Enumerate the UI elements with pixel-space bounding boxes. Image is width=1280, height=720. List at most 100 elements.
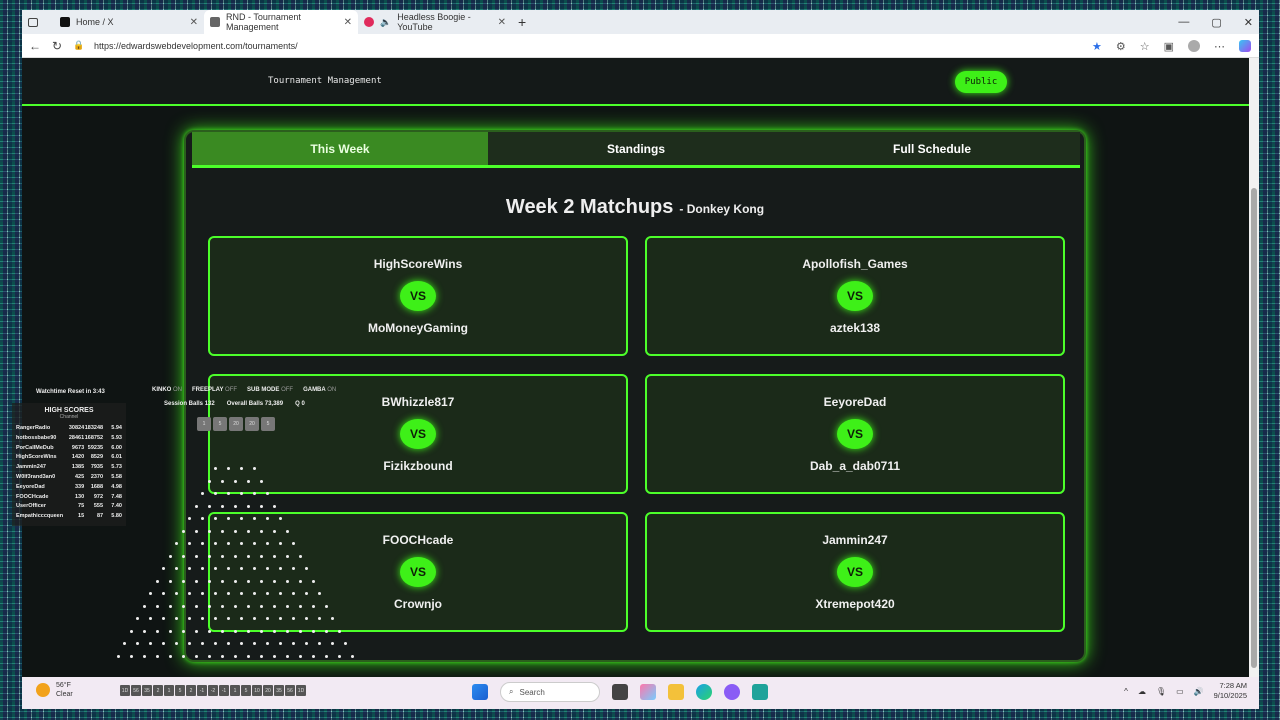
favorite-star-icon[interactable]: ★ — [1092, 40, 1102, 53]
volume-icon[interactable]: 🔊 — [1194, 687, 1204, 696]
overall-balls: Overall Balls 73,389 — [226, 401, 284, 407]
matchup-card[interactable]: EeyoreDad VS Dab_a_dab0711 — [645, 374, 1065, 494]
collections-icon[interactable]: ▣ — [1164, 40, 1174, 53]
plinko-peg — [292, 592, 295, 595]
close-window-button[interactable]: ✕ — [1244, 16, 1253, 29]
plinko-peg — [246, 629, 250, 633]
discord-icon[interactable] — [724, 684, 740, 700]
browser-tab-x[interactable]: Home / X ✕ — [54, 10, 204, 34]
drop-slot: 2 — [153, 685, 163, 696]
plinko-peg — [233, 529, 237, 533]
tab-standings[interactable]: Standings — [488, 132, 784, 165]
clock[interactable]: 7:28 AM 9/10/2025 — [1214, 681, 1247, 701]
plinko-peg — [188, 517, 191, 520]
mic-icon[interactable]: 🎙 — [1156, 687, 1166, 696]
close-icon[interactable]: ✕ — [498, 17, 506, 28]
windows-start-icon[interactable] — [472, 684, 488, 700]
copilot-icon[interactable] — [1239, 40, 1251, 52]
url-field[interactable]: https://edwardswebdevelopment.com/tourna… — [94, 41, 298, 51]
plinko-peg — [227, 517, 230, 520]
matchup-card[interactable]: Jammin247 VS Xtremepot420 — [645, 512, 1065, 632]
browser-tab-rnd[interactable]: RND - Tournament Management ✕ — [204, 10, 358, 34]
plinko-peg — [188, 592, 191, 595]
high-score-row: Empathicccqueen 15 87 5.80 — [16, 513, 122, 520]
queue-count: Q 0 — [295, 401, 305, 407]
scrollbar-thumb[interactable] — [1251, 188, 1257, 668]
speaker-icon: 🔈 — [380, 16, 392, 27]
plinko-peg — [253, 492, 256, 495]
public-button[interactable]: Public — [955, 71, 1007, 93]
close-icon[interactable]: ✕ — [190, 17, 198, 28]
network-icon[interactable]: ☁ — [1138, 687, 1146, 696]
plinko-peg — [266, 567, 269, 570]
plinko-peg — [175, 617, 178, 620]
plinko-peg — [337, 629, 341, 633]
plinko-peg — [188, 542, 191, 545]
page-scrollbar[interactable] — [1249, 58, 1259, 677]
plinko-peg — [246, 654, 250, 658]
plinko-peg — [240, 542, 243, 545]
plinko-peg — [233, 479, 237, 483]
chevron-up-icon[interactable]: ^ — [1124, 687, 1128, 696]
vs-badge: VS — [837, 557, 873, 587]
drop-slot: 1D — [120, 685, 130, 696]
page-icon — [210, 17, 220, 27]
plinko-peg — [214, 467, 217, 470]
refresh-icon[interactable]: ↻ — [46, 39, 68, 53]
more-icon[interactable]: ⋯ — [1214, 40, 1225, 53]
plinko-peg — [292, 617, 295, 620]
tab-this-week[interactable]: This Week — [192, 132, 488, 165]
app-icon[interactable] — [752, 684, 768, 700]
file-explorer-icon[interactable] — [668, 684, 684, 700]
plinko-peg — [266, 592, 269, 595]
plinko-peg — [266, 492, 269, 495]
favorites-icon[interactable]: ☆ — [1140, 40, 1150, 53]
plinko-peg — [311, 629, 315, 633]
matchup-card[interactable]: HighScoreWins VS MoMoneyGaming — [208, 236, 628, 356]
drop-slot: -2 — [208, 685, 218, 696]
plinko-peg — [201, 542, 204, 545]
taskbar-search[interactable]: ⌕ Search — [500, 682, 600, 702]
browser-tab-youtube[interactable]: 🔈 Headless Boogie - YouTube ✕ — [358, 10, 512, 34]
maximize-button[interactable]: ▢ — [1211, 16, 1221, 29]
task-view-icon[interactable] — [612, 684, 628, 700]
plinko-peg — [279, 517, 282, 520]
plinko-peg — [220, 529, 224, 533]
display-icon[interactable]: ▭ — [1176, 687, 1184, 696]
plinko-peg — [272, 554, 276, 558]
tab-full-schedule[interactable]: Full Schedule — [784, 132, 1080, 165]
player-one: Apollofish_Games — [802, 257, 908, 271]
drop-slot: 56 — [131, 685, 141, 696]
plinko-peg — [240, 492, 243, 495]
tab-actions-button[interactable] — [22, 10, 54, 34]
mode-flags: KINKO ON FREEPLAY OFF SUB MODE OFF GAMBA… — [152, 387, 336, 393]
temperature: 56°F — [56, 682, 71, 689]
copilot-app-icon[interactable] — [640, 684, 656, 700]
plinko-peg — [240, 467, 243, 470]
plinko-peg — [149, 617, 152, 620]
game-name: - Donkey Kong — [679, 202, 765, 216]
extensions-icon[interactable]: ⚙ — [1116, 40, 1126, 53]
plinko-peg — [298, 654, 302, 658]
edge-icon[interactable] — [696, 684, 712, 700]
site-title: Tournament Management — [268, 76, 382, 86]
new-tab-button[interactable]: + — [512, 10, 532, 34]
weather-widget[interactable]: 56°F Clear — [36, 681, 73, 699]
profile-avatar[interactable] — [1188, 40, 1200, 52]
plinko-peg — [344, 642, 347, 645]
plinko-peg — [227, 567, 230, 570]
high-score-row: RangerRadio 30824 183248 5.94 — [16, 425, 122, 431]
plinko-peg — [194, 654, 198, 658]
plinko-peg — [311, 604, 315, 608]
close-icon[interactable]: ✕ — [344, 17, 352, 28]
high-score-row: FOOCHcade 130 972 7.48 — [16, 493, 122, 500]
back-icon[interactable]: ← — [24, 39, 46, 53]
minimize-button[interactable]: — — [1178, 16, 1189, 28]
lock-icon[interactable]: 🔒 — [68, 40, 90, 51]
plinko-peg — [305, 617, 308, 620]
player-one: BWhizzle817 — [381, 395, 455, 409]
week-title: Week 2 Matchups — [505, 196, 674, 218]
tab-label: RND - Tournament Management — [226, 12, 301, 32]
matchup-card[interactable]: Apollofish_Games VS aztek138 — [645, 236, 1065, 356]
high-score-row: PorCallMeDub 9673 59235 6.00 — [16, 444, 122, 451]
